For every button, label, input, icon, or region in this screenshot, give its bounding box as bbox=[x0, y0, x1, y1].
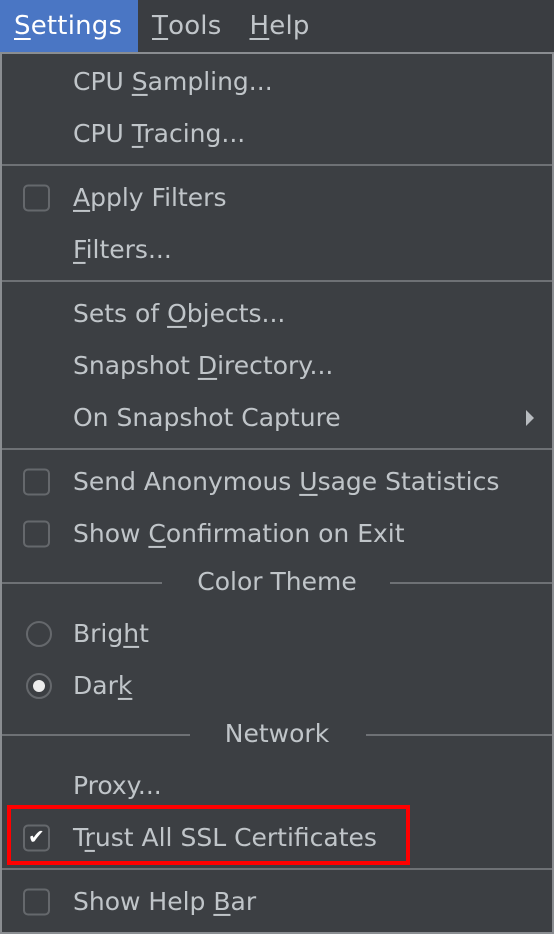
menu-label: ettings bbox=[30, 11, 123, 41]
menu-item-label: Show Help Bar bbox=[73, 886, 257, 916]
radio-dot bbox=[33, 680, 45, 692]
menu-item-sets-of-objects[interactable]: Sets of Objects... bbox=[2, 288, 552, 340]
checkbox-unchecked-icon[interactable] bbox=[23, 184, 50, 212]
menu-label: ools bbox=[168, 11, 222, 41]
chevron-right-icon bbox=[526, 410, 534, 426]
menu-item-apply-filters[interactable]: Apply Filters bbox=[2, 172, 552, 224]
checkbox-unchecked-icon[interactable] bbox=[23, 888, 50, 916]
menu-item-label: Filters... bbox=[73, 234, 172, 264]
menu-item-send-usage-statistics[interactable]: Send Anonymous Usage Statistics bbox=[2, 456, 552, 508]
menu-item-on-snapshot-capture[interactable]: On Snapshot Capture bbox=[2, 392, 552, 444]
settings-dropdown-menu: CPU Sampling... CPU Tracing... Apply Fil… bbox=[0, 52, 554, 934]
menu-item-label: Trust All SSL Certificates bbox=[73, 822, 377, 852]
menu-item-cpu-tracing[interactable]: CPU Tracing... bbox=[2, 108, 552, 160]
menu-item-trust-all-ssl-certificates[interactable]: ✔ Trust All SSL Certificates bbox=[2, 812, 552, 864]
menu-item-label: Dark bbox=[73, 670, 133, 700]
checkbox-checked-icon[interactable]: ✔ bbox=[23, 824, 50, 852]
menu-item-label: Bright bbox=[73, 618, 149, 648]
menu-item-label: Proxy... bbox=[73, 770, 162, 800]
section-header-color-theme: Color Theme bbox=[2, 562, 552, 602]
menu-item-theme-dark[interactable]: Dark bbox=[2, 660, 552, 712]
menu-item-label: On Snapshot Capture bbox=[73, 402, 341, 432]
menu-help[interactable]: Help bbox=[235, 0, 323, 52]
menu-item-snapshot-directory[interactable]: Snapshot Directory... bbox=[2, 340, 552, 392]
menu-item-label: CPU Tracing... bbox=[73, 118, 246, 148]
mnemonic: S bbox=[14, 11, 31, 41]
mnemonic: T bbox=[152, 11, 169, 41]
menu-separator bbox=[2, 164, 552, 166]
menu-separator bbox=[2, 448, 552, 450]
menu-bar: Settings Tools Help bbox=[0, 0, 554, 52]
menu-item-label: Send Anonymous Usage Statistics bbox=[73, 466, 500, 496]
menu-item-show-confirmation-on-exit[interactable]: Show Confirmation on Exit bbox=[2, 508, 552, 560]
menu-separator bbox=[2, 280, 552, 282]
radio-unselected-icon[interactable] bbox=[26, 621, 52, 647]
menu-label: elp bbox=[269, 11, 310, 41]
menu-item-label: Sets of Objects... bbox=[73, 298, 286, 328]
check-icon: ✔ bbox=[28, 824, 45, 849]
radio-selected-icon[interactable] bbox=[26, 673, 52, 699]
menu-tools[interactable]: Tools bbox=[138, 0, 235, 52]
checkbox-unchecked-icon[interactable] bbox=[23, 520, 50, 548]
section-header-network: Network bbox=[2, 714, 552, 754]
menu-item-label: Snapshot Directory... bbox=[73, 350, 334, 380]
menu-item-proxy[interactable]: Proxy... bbox=[2, 760, 552, 812]
checkbox-unchecked-icon[interactable] bbox=[23, 468, 50, 496]
menu-item-filters[interactable]: Filters... bbox=[2, 224, 552, 276]
separator-line bbox=[366, 734, 552, 736]
mnemonic: H bbox=[249, 11, 270, 41]
menu-item-label: Show Confirmation on Exit bbox=[73, 518, 405, 548]
menu-item-label: CPU Sampling... bbox=[73, 66, 273, 96]
separator-line bbox=[390, 582, 552, 584]
menu-settings[interactable]: Settings bbox=[0, 0, 138, 52]
menu-separator bbox=[2, 868, 552, 870]
menu-item-theme-bright[interactable]: Bright bbox=[2, 608, 552, 660]
menu-item-cpu-sampling[interactable]: CPU Sampling... bbox=[2, 56, 552, 108]
menu-item-label: Apply Filters bbox=[73, 182, 227, 212]
menu-item-show-help-bar[interactable]: Show Help Bar bbox=[2, 876, 552, 928]
